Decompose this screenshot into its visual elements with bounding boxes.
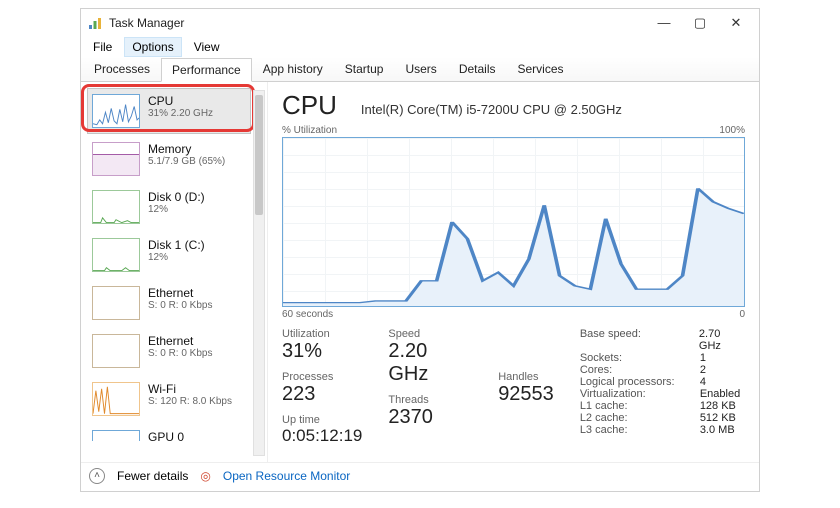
sidebar-item-disk1[interactable]: Disk 1 (C:) 12% xyxy=(87,232,251,278)
spec-val: Enabled xyxy=(700,388,740,400)
sidebar-item-label: Disk 0 (D:) xyxy=(148,190,205,204)
menu-file[interactable]: File xyxy=(85,37,120,57)
spec-val: 2.70 GHz xyxy=(699,328,745,352)
spec-val: 3.0 MB xyxy=(700,424,735,436)
sidebar-item-sub: S: 0 R: 0 Kbps xyxy=(148,348,212,359)
open-resource-monitor-link[interactable]: Open Resource Monitor xyxy=(223,469,350,483)
performance-sidebar: CPU 31% 2.20 GHz Memory 5.1/7.9 GB (65%) xyxy=(81,82,267,462)
sidebar-item-label: Ethernet xyxy=(148,286,212,300)
cpu-mini-chart-icon xyxy=(92,94,140,128)
chevron-up-icon[interactable]: ˄ xyxy=(89,468,105,484)
cpu-utilization-chart xyxy=(282,137,745,307)
x-axis-left: 60 seconds xyxy=(282,309,333,320)
gpu-mini-chart-icon xyxy=(92,430,140,442)
memory-mini-chart-icon xyxy=(92,142,140,176)
pane-title: CPU xyxy=(282,90,337,121)
x-axis-right: 0 xyxy=(739,309,745,320)
processes-value: 223 xyxy=(282,383,362,406)
speed-label: Speed xyxy=(388,328,472,340)
sidebar-item-sub: 5.1/7.9 GB (65%) xyxy=(148,156,225,167)
tab-bar: Processes Performance App history Startu… xyxy=(81,57,759,82)
disk-mini-chart-icon xyxy=(92,238,140,272)
minimize-button[interactable]: — xyxy=(655,15,673,31)
spec-val: 2 xyxy=(700,364,706,376)
sidebar-item-sub: S: 0 R: 0 Kbps xyxy=(148,300,212,311)
title-bar: Task Manager — ▢ ✕ xyxy=(81,9,759,37)
sidebar-item-sub: S: 120 R: 8.0 Kbps xyxy=(148,396,232,407)
task-manager-window: Task Manager — ▢ ✕ File Options View Pro… xyxy=(80,8,760,492)
cpu-pane: CPU Intel(R) Core(TM) i5-7200U CPU @ 2.5… xyxy=(267,82,759,462)
spec-val: 128 KB xyxy=(700,400,736,412)
sidebar-item-label: Memory xyxy=(148,142,225,156)
footer-bar: ˄ Fewer details ◎ Open Resource Monitor xyxy=(81,462,759,488)
ethernet-mini-chart-icon xyxy=(92,286,140,320)
sidebar-item-ethernet-1[interactable]: Ethernet S: 0 R: 0 Kbps xyxy=(87,280,251,326)
cpu-processor-name: Intel(R) Core(TM) i5-7200U CPU @ 2.50GHz xyxy=(361,102,622,117)
spec-key: L2 cache: xyxy=(580,412,690,424)
utilization-value: 31% xyxy=(282,340,362,363)
utilization-label: Utilization xyxy=(282,328,362,340)
sidebar-item-cpu[interactable]: CPU 31% 2.20 GHz xyxy=(87,88,251,134)
ethernet-mini-chart-icon xyxy=(92,334,140,368)
tab-details[interactable]: Details xyxy=(448,57,507,81)
menu-options[interactable]: Options xyxy=(124,37,181,57)
uptime-value: 0:05:12:19 xyxy=(282,426,362,446)
cpu-spec-table: Base speed: 2.70 GHz Sockets: 1 Cores: 2 Lo… xyxy=(580,328,745,446)
spec-key: Base speed: xyxy=(580,328,689,352)
sidebar-item-ethernet-2[interactable]: Ethernet S: 0 R: 0 Kbps xyxy=(87,328,251,374)
spec-key: Logical processors: xyxy=(580,376,690,388)
tab-services[interactable]: Services xyxy=(507,57,575,81)
pane-header: CPU Intel(R) Core(TM) i5-7200U CPU @ 2.5… xyxy=(282,90,745,121)
spec-key: Sockets: xyxy=(580,352,690,364)
cpu-stats: Utilization 31% Processes 223 Up time 0:… xyxy=(282,328,745,446)
sidebar-item-label: CPU xyxy=(148,94,213,108)
tab-performance[interactable]: Performance xyxy=(161,58,252,82)
sidebar-scrollbar[interactable] xyxy=(253,90,265,456)
spec-key: L3 cache: xyxy=(580,424,690,436)
window-title: Task Manager xyxy=(109,16,655,30)
uptime-label: Up time xyxy=(282,414,362,426)
spec-val: 4 xyxy=(700,376,706,388)
menu-view[interactable]: View xyxy=(186,37,228,57)
sidebar-item-memory[interactable]: Memory 5.1/7.9 GB (65%) xyxy=(87,136,251,182)
main-area: CPU 31% 2.20 GHz Memory 5.1/7.9 GB (65%) xyxy=(81,82,759,462)
sidebar-item-label: Disk 1 (C:) xyxy=(148,238,205,252)
sidebar-item-sub: 12% xyxy=(148,252,205,263)
disk-mini-chart-icon xyxy=(92,190,140,224)
maximize-button[interactable]: ▢ xyxy=(691,15,709,31)
handles-value: 92553 xyxy=(498,383,554,406)
resource-monitor-icon: ◎ xyxy=(200,469,210,483)
tab-startup[interactable]: Startup xyxy=(334,57,395,81)
sidebar-item-sub: 31% 2.20 GHz xyxy=(148,108,213,119)
y-axis-max: 100% xyxy=(719,125,745,136)
app-icon xyxy=(87,15,103,31)
sidebar-item-gpu0[interactable]: GPU 0 xyxy=(87,424,251,442)
speed-value: 2.20 GHz xyxy=(388,340,472,386)
spec-key: L1 cache: xyxy=(580,400,690,412)
tab-users[interactable]: Users xyxy=(394,57,447,81)
spec-key: Virtualization: xyxy=(580,388,690,400)
sidebar-item-disk0[interactable]: Disk 0 (D:) 12% xyxy=(87,184,251,230)
threads-value: 2370 xyxy=(388,406,472,429)
tab-app-history[interactable]: App history xyxy=(252,57,334,81)
handles-label: Handles xyxy=(498,371,554,383)
threads-label: Threads xyxy=(388,394,472,406)
sidebar-item-sub: 12% xyxy=(148,204,205,215)
sidebar-item-label: Wi-Fi xyxy=(148,382,232,396)
spec-key: Cores: xyxy=(580,364,690,376)
processes-label: Processes xyxy=(282,371,362,383)
spec-val: 1 xyxy=(700,352,706,364)
sidebar-item-wifi[interactable]: Wi-Fi S: 120 R: 8.0 Kbps xyxy=(87,376,251,422)
tab-processes[interactable]: Processes xyxy=(83,57,161,81)
fewer-details-button[interactable]: Fewer details xyxy=(117,469,188,483)
menu-bar: File Options View xyxy=(81,37,759,57)
wifi-mini-chart-icon xyxy=(92,382,140,416)
spec-val: 512 KB xyxy=(700,412,736,424)
sidebar-item-label: Ethernet xyxy=(148,334,212,348)
sidebar-item-label: GPU 0 xyxy=(148,430,184,442)
y-axis-label-top: % Utilization xyxy=(282,125,337,136)
close-button[interactable]: ✕ xyxy=(727,15,745,31)
